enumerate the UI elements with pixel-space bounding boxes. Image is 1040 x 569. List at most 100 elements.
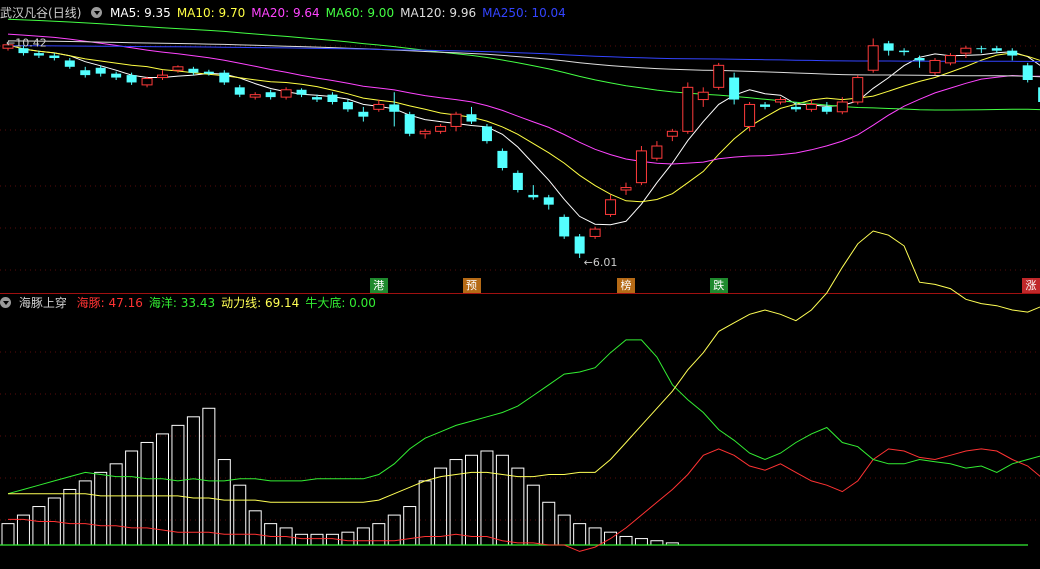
- candle-body-up: [836, 101, 848, 113]
- main-header: 武汉凡谷(日线) MA5: 9.35 MA10: 9.70 MA20: 9.64 MA…: [0, 4, 578, 22]
- candle-body-down: [342, 102, 353, 110]
- candle-body-up: [605, 199, 617, 215]
- indicator-line-2: [8, 230, 1040, 503]
- indicator-bar: [248, 510, 262, 546]
- indicator-bar: [202, 407, 216, 546]
- candle-body-down: [188, 68, 199, 73]
- candle-body-down: [312, 97, 322, 100]
- candle-body-down: [574, 236, 585, 254]
- candle-body-up: [775, 99, 786, 103]
- indicator-bar: [511, 467, 525, 546]
- candle-body-up: [960, 47, 972, 54]
- candle-body-down: [559, 216, 570, 237]
- candle-body-up: [373, 103, 385, 110]
- indicator-bar: [418, 480, 432, 546]
- candle-body-down: [64, 60, 75, 67]
- indicator-bar: [94, 471, 108, 546]
- indicator-header: 海豚上穿 海豚: 47.16 海洋: 33.43 动力线: 69.14 牛大底: 0.…: [0, 294, 388, 312]
- candle-body-up: [805, 103, 817, 110]
- dropdown-icon[interactable]: [0, 297, 11, 308]
- candle-body-up: [852, 77, 864, 103]
- candle-body-down: [126, 75, 137, 83]
- indicator-bar: [449, 459, 463, 546]
- stock-name: 武汉凡谷: [0, 6, 49, 20]
- indicator-bar: [171, 424, 185, 546]
- candle-body-down: [790, 106, 801, 110]
- indicator-bar: [341, 531, 355, 546]
- candle-body-down: [821, 106, 832, 112]
- ma-line-2: [7, 33, 1040, 165]
- event-tag-1[interactable]: 预: [462, 278, 481, 293]
- indicator-bar: [573, 523, 587, 546]
- candle-body-up: [172, 66, 184, 71]
- indicator-bar: [480, 450, 494, 546]
- event-tag-0[interactable]: 港: [369, 278, 388, 293]
- ma-legend-2: MA20: 9.64: [251, 6, 320, 20]
- candle-body-down: [234, 87, 245, 95]
- chart-canvas[interactable]: ←10.42 ←6.01: [0, 0, 1040, 569]
- candle-body-up: [141, 78, 153, 86]
- low-price-label: ←6.01: [584, 256, 618, 269]
- indicator-legend-1: 海洋: 33.43: [148, 296, 216, 310]
- indicator-legend-0: 海豚: 47.16: [76, 296, 143, 310]
- candle-body-down: [358, 111, 369, 117]
- indicator-bar: [526, 484, 540, 546]
- indicator-bar: [186, 416, 200, 546]
- dropdown-icon[interactable]: [91, 7, 103, 18]
- ma-legend-0: MA5: 9.35: [110, 6, 171, 20]
- ma-legend-1: MA10: 9.70: [176, 6, 246, 20]
- candle-body-up: [929, 59, 941, 74]
- candle-body-down: [883, 43, 894, 51]
- indicator-bar: [619, 535, 633, 546]
- indicator-bar: [634, 538, 648, 546]
- indicator-bar: [434, 467, 448, 546]
- indicator-bar: [495, 454, 509, 546]
- candle-body-down: [203, 71, 214, 74]
- candle-body-down: [497, 150, 508, 168]
- candle-body-up: [249, 94, 261, 98]
- candle-body-up: [635, 150, 647, 184]
- candle-body-up: [867, 45, 879, 71]
- indicator-bar: [63, 488, 77, 546]
- ma-line-3: [7, 18, 1040, 111]
- indicator-bar: [295, 533, 309, 546]
- candle-body-down: [976, 48, 987, 50]
- event-tag-3[interactable]: 跌: [709, 278, 728, 293]
- candle-body-up: [697, 91, 709, 101]
- candle-body-down: [512, 172, 523, 190]
- candle-body-down: [327, 94, 338, 102]
- indicator-bar: [542, 501, 556, 546]
- ma-legend-4: MA120: 9.96: [400, 6, 477, 20]
- candle-body-down: [914, 58, 925, 61]
- candle-body-down: [528, 194, 539, 198]
- event-tag-4[interactable]: 涨: [1022, 278, 1040, 293]
- high-price-label: ←10.42: [6, 36, 47, 49]
- chart-period: (日线): [48, 6, 82, 20]
- candle-body-down: [265, 92, 276, 98]
- candle-body-down: [991, 48, 1002, 51]
- candle-body-down: [219, 72, 230, 83]
- candle-body-down: [80, 70, 91, 76]
- indicator-legend-3: 牛大底: 0.00: [305, 296, 376, 310]
- indicator-bar: [140, 441, 154, 546]
- candle-body-down: [1022, 65, 1033, 80]
- candle-body-down: [49, 55, 60, 58]
- candle-body-down: [729, 77, 740, 100]
- candle-body-down: [466, 114, 477, 122]
- candle-body-up: [713, 64, 725, 88]
- indicator-bar: [233, 484, 247, 546]
- ma-legend-5: MA250: 10.04: [482, 6, 566, 20]
- candle-body-up: [419, 130, 431, 135]
- candle-body-up: [666, 130, 678, 137]
- candle-body-up: [589, 228, 601, 237]
- candle-body-up: [651, 145, 663, 159]
- indicator-legend: 海豚: 47.16 海洋: 33.43 动力线: 69.14 牛大底: 0.00: [77, 296, 382, 310]
- candle-body-up: [280, 89, 292, 98]
- event-tag-2[interactable]: 榜: [617, 278, 635, 293]
- indicator-bar: [650, 540, 664, 546]
- candle-body-down: [296, 89, 307, 95]
- indicator-bar: [217, 459, 231, 546]
- indicator-bar: [356, 527, 370, 546]
- candle-body-down: [481, 126, 492, 142]
- candle-body-down: [543, 197, 554, 205]
